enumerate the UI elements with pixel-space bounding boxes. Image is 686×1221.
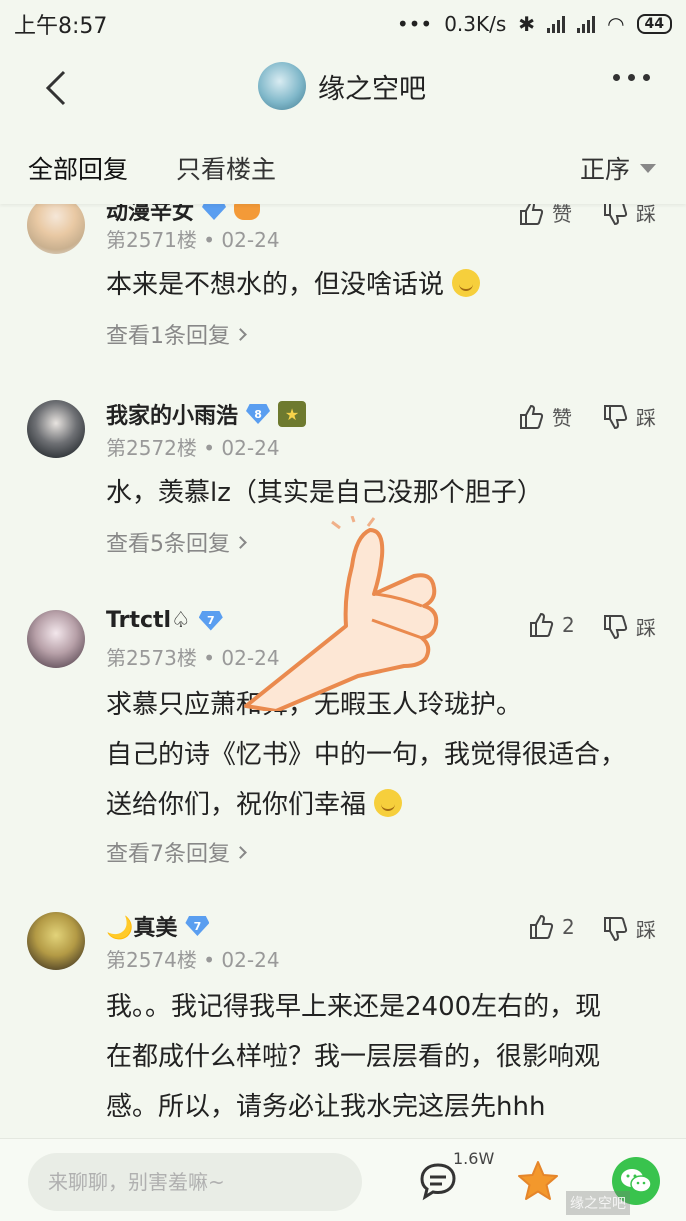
- post-text: 本来是不想水的，但没啥话说: [106, 270, 445, 300]
- comment-button[interactable]: [418, 1161, 458, 1201]
- like-count: 2: [562, 915, 575, 939]
- chevron-left-icon: [45, 70, 66, 106]
- more-dot: [628, 74, 635, 81]
- thumb-up-icon: [520, 404, 544, 429]
- comment-count: 1.6W: [453, 1149, 495, 1168]
- post-content: 我。。我记得我早上来还是2400左右的，现在都成什么样啦？我一层层看的，很影响观…: [106, 982, 626, 1132]
- post-date: 02-24: [221, 948, 280, 972]
- like-label: 赞: [552, 406, 572, 430]
- floor-number: 第2573楼: [106, 646, 197, 670]
- level-badge-icon: 8: [246, 404, 271, 424]
- post-date: 02-24: [221, 228, 280, 252]
- thumb-down-icon: [604, 614, 628, 639]
- username-text: 🌙真美: [106, 916, 178, 941]
- like-count: 2: [562, 613, 575, 637]
- thumb-up-icon: [530, 914, 554, 939]
- replies-text: 查看5条回复: [106, 532, 230, 557]
- thumb-down-icon: [604, 404, 628, 429]
- post-text: 水，羡慕lz（其实是自己没那个胆子）: [106, 478, 543, 508]
- forum-header[interactable]: 缘之空吧: [258, 62, 426, 110]
- post-text-line: 求慕只应萧和舞，无暇玉人玲珑护。: [106, 690, 523, 720]
- more-dot: [643, 74, 650, 81]
- avatar[interactable]: [27, 400, 85, 458]
- reply-feed[interactable]: 动漫辛女 赞 踩 第2571楼 • 02-24 本来是不想水的，但没啥话说 查看…: [0, 180, 686, 1138]
- avatar[interactable]: [27, 912, 85, 970]
- sort-dropdown[interactable]: 正序: [580, 150, 656, 186]
- medal-badge-icon: ★: [278, 401, 307, 427]
- reply-input[interactable]: [28, 1153, 362, 1211]
- thumb-up-icon: [530, 612, 554, 637]
- dislike-label: 踩: [636, 616, 656, 640]
- level-badge-icon: 7: [198, 610, 223, 631]
- post-date: 02-24: [221, 436, 280, 460]
- floor-number: 第2574楼: [106, 948, 197, 972]
- floor-number: 第2571楼: [106, 228, 197, 252]
- like-button[interactable]: 2: [528, 914, 575, 940]
- post-text-line: 自己的诗《忆书》中的一句，我觉得很适合，送给你们，祝你们幸福: [106, 740, 627, 820]
- replies-text: 查看7条回复: [106, 842, 230, 867]
- dislike-label: 踩: [636, 406, 656, 430]
- username[interactable]: Trtctl♤ 7: [106, 608, 223, 633]
- post-content: 水，羡慕lz（其实是自己没那个胆子）: [106, 468, 646, 518]
- username[interactable]: 我家的小雨浩 8 ★: [106, 398, 307, 430]
- top-nav: 缘之空吧: [0, 48, 686, 128]
- smile-emoji-icon: [452, 269, 481, 297]
- notification-dots-icon: •••: [396, 12, 433, 36]
- like-button[interactable]: 赞: [518, 402, 572, 431]
- bluetooth-icon: ✱: [518, 12, 536, 36]
- tab-bar: 全部回复 只看楼主 正序: [0, 128, 686, 204]
- view-replies-link[interactable]: 查看7条回复: [106, 836, 247, 868]
- happy-emoji-icon: [374, 789, 403, 817]
- username[interactable]: 🌙真美 7: [106, 910, 210, 942]
- dislike-button[interactable]: 踩: [602, 914, 656, 943]
- status-bar: 上午8:57 ••• 0.3K/s ✱ ◠ 44: [0, 0, 686, 48]
- signal-icon: [547, 15, 566, 33]
- chevron-right-icon: [234, 845, 247, 859]
- status-time: 上午8:57: [14, 14, 108, 39]
- view-replies-link[interactable]: 查看5条回复: [106, 526, 247, 558]
- username-text: 我家的小雨浩: [106, 404, 239, 429]
- post-content: 求慕只应萧和舞，无暇玉人玲珑护。 自己的诗《忆书》中的一句，我觉得很适合，送给你…: [106, 680, 646, 830]
- battery-icon: 44: [636, 14, 672, 34]
- post-content: 本来是不想水的，但没啥话说: [106, 260, 646, 310]
- favorite-button[interactable]: [516, 1159, 560, 1203]
- post-meta: 第2571楼 • 02-24: [106, 228, 280, 252]
- post-text: 我。。我记得我早上来还是2400左右的，现在都成什么样啦？我一层层看的，很影响观…: [106, 992, 602, 1122]
- like-button[interactable]: 2: [528, 612, 575, 638]
- chevron-right-icon: [234, 535, 247, 549]
- level-badge-icon: 7: [185, 916, 210, 936]
- watermark: 缘之空吧: [566, 1191, 630, 1215]
- dislike-button[interactable]: 踩: [602, 612, 656, 641]
- tab-owner-only[interactable]: 只看楼主: [176, 150, 276, 186]
- view-replies-link[interactable]: 查看1条回复: [106, 318, 247, 350]
- signal-icon-2: [577, 15, 596, 33]
- more-dots-icon: [613, 74, 620, 81]
- replies-text: 查看1条回复: [106, 324, 230, 349]
- sort-label: 正序: [579, 155, 630, 184]
- forum-avatar: [258, 62, 306, 110]
- post-meta: 第2573楼 • 02-24: [106, 646, 280, 670]
- avatar[interactable]: [27, 196, 85, 254]
- username-text: Trtctl♤: [106, 608, 191, 633]
- thumb-down-icon: [604, 916, 628, 941]
- dislike-label: 踩: [636, 918, 656, 942]
- wifi-icon: ◠: [607, 12, 625, 36]
- more-button[interactable]: [613, 74, 650, 81]
- chevron-right-icon: [234, 327, 247, 341]
- avatar[interactable]: [27, 610, 85, 668]
- dislike-button[interactable]: 踩: [602, 402, 656, 431]
- status-indicators: ••• 0.3K/s ✱ ◠ 44: [397, 12, 672, 36]
- chevron-down-icon: [640, 163, 656, 173]
- post-date: 02-24: [221, 646, 280, 670]
- network-speed: 0.3K/s: [444, 12, 507, 36]
- comment-bubble-icon: [420, 1163, 456, 1201]
- floor-number: 第2572楼: [106, 436, 197, 460]
- back-button[interactable]: [38, 68, 74, 108]
- forum-title: 缘之空吧: [318, 73, 426, 105]
- bottom-bar: 1.6W 缘之空吧: [0, 1138, 686, 1221]
- post-meta: 第2572楼 • 02-24: [106, 436, 280, 460]
- tab-all-replies[interactable]: 全部回复: [28, 150, 128, 186]
- post-meta: 第2574楼 • 02-24: [106, 948, 280, 972]
- star-icon: [518, 1161, 558, 1200]
